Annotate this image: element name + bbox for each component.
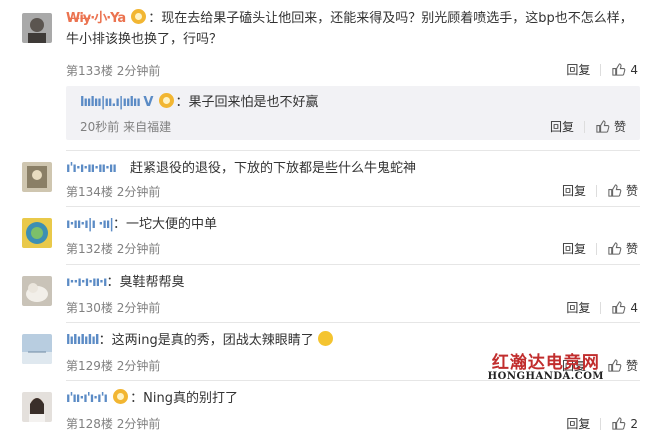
- like-button[interactable]: 4: [611, 300, 638, 315]
- site-watermark: 红瀚达电竞网 HONGHANDA.COM: [488, 348, 604, 382]
- reply-text: lıılıı|ıı.ı|ıılıı V ：果子回来怕是也不好赢: [80, 92, 319, 113]
- reply-meta: 20秒前 来自福建: [80, 118, 171, 135]
- like-button[interactable]: 赞: [607, 182, 638, 199]
- comment-time: 2分钟前: [116, 359, 161, 373]
- username-link[interactable]: ı'ı·ı·ıı·ıı·ıı: [66, 161, 117, 176]
- avatar[interactable]: [22, 334, 52, 364]
- action-divider: [583, 120, 585, 133]
- comment-time: 2分钟前: [116, 185, 161, 199]
- comment-divider: [66, 206, 640, 207]
- watermark-cn: 红瀚达电竞网: [491, 353, 600, 373]
- reply-button[interactable]: 回复: [566, 415, 590, 432]
- comment-text: W̶iy̶·小·Ya ：现在去给果子磕头让他回来，还能来得及吗？别光顾着喷选手，…: [66, 8, 640, 50]
- floor-number: 第133楼: [66, 64, 113, 78]
- floor-number: 第130楼: [66, 301, 113, 315]
- action-divider: [595, 184, 597, 197]
- comment-time: 2分钟前: [116, 417, 161, 431]
- reply-button[interactable]: 回复: [562, 182, 586, 199]
- comment-meta: 第128楼 2分钟前: [66, 415, 160, 432]
- reply-source: 来自福建: [123, 120, 172, 134]
- comment-text: ı'ı·ı·ıı·ıı·ıı 赶紧退役的退役，下放的下放都是些什么牛鬼蛇神: [66, 158, 640, 179]
- comment-content: ：Ning真的别打了: [130, 391, 238, 406]
- like-button[interactable]: 2: [611, 416, 638, 431]
- like-label: 赞: [625, 359, 638, 373]
- action-divider: [600, 417, 602, 430]
- avatar[interactable]: [22, 392, 52, 422]
- thumbs-up-icon: [612, 417, 626, 430]
- like-button[interactable]: 赞: [607, 240, 638, 257]
- floor-number: 第134楼: [66, 185, 113, 199]
- username-link[interactable]: ı·ıı·ı|ı ·ıı|: [66, 217, 114, 232]
- reply-content: ：果子回来怕是也不好赢: [175, 95, 319, 110]
- like-button[interactable]: 赞: [595, 118, 626, 135]
- comment-text: ı'ıı·ı'ı·ı'ı ：Ning真的别打了: [66, 388, 640, 409]
- avatar[interactable]: [22, 162, 52, 192]
- comment-meta: 第133楼 2分钟前: [66, 62, 160, 79]
- comment-divider: [66, 150, 640, 151]
- avatar[interactable]: [22, 218, 52, 248]
- emoji-badge-icon: [158, 93, 174, 108]
- comment-divider: [66, 322, 640, 323]
- reply-time: 20秒前: [80, 120, 120, 134]
- username-link[interactable]: lıIıIıIıI: [66, 333, 100, 348]
- username-link[interactable]: ı'ıı·ı'ı·ı'ı: [66, 391, 108, 406]
- reply-button[interactable]: 回复: [566, 299, 590, 316]
- thumbs-up-icon: [608, 359, 622, 372]
- like-button[interactable]: 4: [611, 62, 638, 77]
- comment-content: 赶紧退役的退役，下放的下放都是些什么牛鬼蛇神: [129, 161, 416, 176]
- like-label: 赞: [613, 120, 626, 134]
- comment-content: ：这两ing是真的秀，团战太辣眼睛了: [98, 333, 314, 348]
- comment-text: ı·ıı·ı|ı ·ıı|：一坨大便的中单: [66, 214, 640, 235]
- floor-number: 第132楼: [66, 242, 113, 256]
- reply-username-link[interactable]: lıılıı|ıı.ı|ıılıı V: [80, 95, 153, 110]
- emoji-badge-icon: [113, 389, 129, 404]
- comment-meta: 第134楼 2分钟前: [66, 183, 160, 200]
- thumbs-up-icon: [612, 301, 626, 314]
- comment-text: ı··ı·ı·ıı·ı：臭鞋帮帮臭: [66, 272, 640, 293]
- comment-meta: 第129楼 2分钟前: [66, 357, 160, 374]
- thumbs-up-icon: [608, 184, 622, 197]
- comment-meta: 第132楼 2分钟前: [66, 240, 160, 257]
- comment-time: 2分钟前: [116, 242, 161, 256]
- like-label: 赞: [625, 242, 638, 256]
- like-count: 4: [630, 300, 638, 315]
- username-link[interactable]: ı··ı·ı·ıı·ı: [66, 275, 107, 290]
- action-divider: [600, 63, 602, 76]
- floor-number: 第128楼: [66, 417, 113, 431]
- comment-content: ：臭鞋帮帮臭: [106, 275, 185, 290]
- like-button[interactable]: 赞: [607, 357, 638, 374]
- comment-time: 2分钟前: [116, 301, 161, 315]
- comment-divider: [66, 264, 640, 265]
- action-divider: [595, 242, 597, 255]
- reply-button[interactable]: 回复: [562, 240, 586, 257]
- thumbs-up-icon: [608, 242, 622, 255]
- like-count: 4: [630, 62, 638, 77]
- action-divider: [600, 301, 602, 314]
- comment-content: ：现在去给果子磕头让他回来，还能来得及吗？别光顾着喷选手，这bp也不怎么样，牛小…: [66, 11, 633, 47]
- avatar[interactable]: [22, 276, 52, 306]
- thumbs-up-icon: [612, 63, 626, 76]
- emoji-badge-icon: [131, 9, 147, 24]
- laughing-emoji-icon: [317, 331, 333, 346]
- username-link[interactable]: W̶iy̶·小·Ya: [66, 11, 126, 26]
- comment-time: 2分钟前: [116, 64, 161, 78]
- like-label: 赞: [625, 184, 638, 198]
- like-count: 2: [630, 416, 638, 431]
- reply-button[interactable]: 回复: [550, 118, 574, 135]
- watermark-en: HONGHANDA.COM: [487, 371, 604, 382]
- reply-button[interactable]: 回复: [566, 61, 590, 78]
- comment-meta: 第130楼 2分钟前: [66, 299, 160, 316]
- thumbs-up-icon: [596, 120, 610, 133]
- comment-content: ：一坨大便的中单: [113, 217, 218, 232]
- floor-number: 第129楼: [66, 359, 113, 373]
- reply-box: lıılıı|ıı.ı|ıılıı V ：果子回来怕是也不好赢 20秒前 来自福…: [66, 86, 640, 140]
- avatar[interactable]: [22, 13, 52, 43]
